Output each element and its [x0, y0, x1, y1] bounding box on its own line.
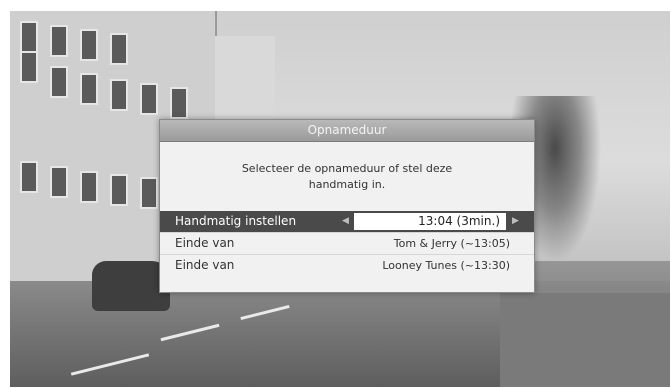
- chevron-right-icon[interactable]: ▶: [512, 211, 519, 232]
- option-label: Einde van: [175, 258, 235, 272]
- option-end-of-program-2[interactable]: Einde van Looney Tunes (~13:30): [160, 255, 534, 276]
- option-manual-setting[interactable]: Handmatig instellen ◀ 13:04 (3min.) ▶: [160, 211, 534, 232]
- option-label: Handmatig instellen: [175, 214, 297, 228]
- dialog-title: Opnameduur: [160, 120, 534, 142]
- option-value: Looney Tunes (~13:30): [382, 259, 510, 272]
- low-wall: [500, 293, 670, 387]
- dialog-message: Selecteer de opnameduur of stel deze han…: [160, 142, 534, 211]
- dialog-message-line1: Selecteer de opnameduur of stel deze: [241, 162, 453, 175]
- dialog-message-line2: handmatig in.: [308, 178, 386, 191]
- option-value: Tom & Jerry (~13:05): [393, 237, 510, 250]
- manual-time-value[interactable]: 13:04 (3min.): [354, 213, 506, 230]
- recording-duration-dialog: Opnameduur Selecteer de opnameduur of st…: [159, 119, 535, 293]
- chevron-left-icon[interactable]: ◀: [342, 211, 349, 232]
- option-label: Einde van: [175, 236, 235, 250]
- option-end-of-program-1[interactable]: Einde van Tom & Jerry (~13:05): [160, 233, 534, 254]
